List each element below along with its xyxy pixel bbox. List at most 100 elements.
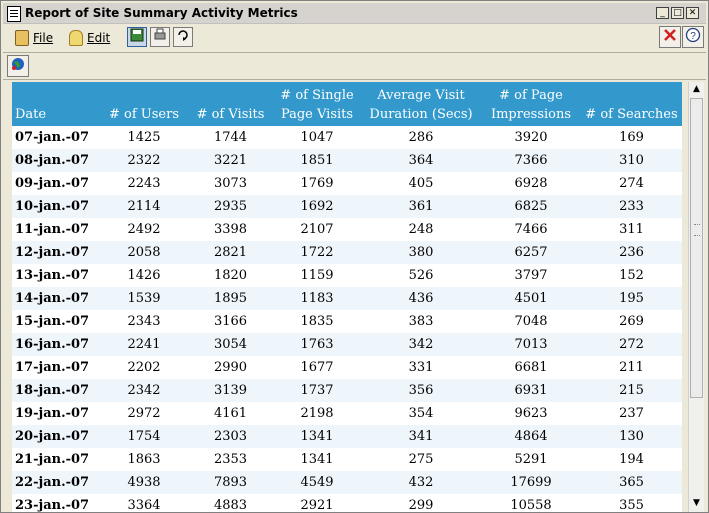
table-row[interactable]: 19-jan.-07 2972 4161 2198 354 9623 237 — [12, 402, 682, 425]
header-visits[interactable]: # of Visits — [188, 82, 273, 126]
scroll-up-arrow[interactable]: ▲ — [689, 82, 704, 97]
header-impressions-line1: # of Page — [499, 88, 563, 103]
header-avg-duration[interactable]: Average Visit Duration (Secs) — [361, 82, 481, 126]
cell-date: 14-jan.-07 — [12, 287, 100, 310]
header-users[interactable]: # of Users — [100, 82, 188, 126]
cell-users: 1539 — [100, 287, 188, 310]
table-row[interactable]: 08-jan.-07 2322 3221 1851 364 7366 310 — [12, 149, 682, 172]
close-report-button[interactable] — [659, 26, 681, 48]
cell-impressions: 7048 — [481, 310, 581, 333]
cell-avg-duration: 526 — [361, 264, 481, 287]
cell-date: 23-jan.-07 — [12, 494, 100, 512]
table-row[interactable]: 17-jan.-07 2202 2990 1677 331 6681 211 — [12, 356, 682, 379]
vertical-scrollbar[interactable]: ▲ ▼ — [688, 82, 704, 512]
cell-users: 2972 — [100, 402, 188, 425]
menu-bar: File Edit ? — [3, 24, 706, 52]
close-window-button[interactable]: ✕ — [686, 7, 699, 19]
menu-file[interactable]: File — [15, 28, 53, 48]
cell-users: 1754 — [100, 425, 188, 448]
file-icon — [15, 30, 29, 46]
cell-users: 1426 — [100, 264, 188, 287]
cell-date: 12-jan.-07 — [12, 241, 100, 264]
table-row[interactable]: 10-jan.-07 2114 2935 1692 361 6825 233 — [12, 195, 682, 218]
cell-users: 2322 — [100, 149, 188, 172]
cell-impressions: 7366 — [481, 149, 581, 172]
save-button[interactable] — [127, 27, 147, 47]
cell-users: 2343 — [100, 310, 188, 333]
header-searches[interactable]: # of Searches — [581, 82, 682, 126]
table-row[interactable]: 13-jan.-07 1426 1820 1159 526 3797 152 — [12, 264, 682, 287]
table-row[interactable]: 12-jan.-07 2058 2821 1722 380 6257 236 — [12, 241, 682, 264]
cell-date: 09-jan.-07 — [12, 172, 100, 195]
cell-visits: 3221 — [188, 149, 273, 172]
cell-searches: 194 — [581, 448, 682, 471]
cell-single-page-visits: 1159 — [273, 264, 361, 287]
cell-single-page-visits: 1047 — [273, 126, 361, 149]
table-row[interactable]: 15-jan.-07 2343 3166 1835 383 7048 269 — [12, 310, 682, 333]
table-row[interactable]: 14-jan.-07 1539 1895 1183 436 4501 195 — [12, 287, 682, 310]
cell-date: 19-jan.-07 — [12, 402, 100, 425]
table-row[interactable]: 09-jan.-07 2243 3073 1769 405 6928 274 — [12, 172, 682, 195]
table-row[interactable]: 07-jan.-07 1425 1744 1047 286 3920 169 — [12, 126, 682, 149]
cell-impressions: 6681 — [481, 356, 581, 379]
table-row[interactable]: 22-jan.-07 4938 7893 4549 432 17699 365 — [12, 471, 682, 494]
cell-single-page-visits: 2107 — [273, 218, 361, 241]
header-single-page-visits[interactable]: # of Single Page Visits — [273, 82, 361, 126]
cell-visits: 2821 — [188, 241, 273, 264]
cell-avg-duration: 405 — [361, 172, 481, 195]
cell-date: 13-jan.-07 — [12, 264, 100, 287]
menu-edit[interactable]: Edit — [69, 28, 110, 48]
print-icon — [154, 28, 166, 40]
table-row[interactable]: 18-jan.-07 2342 3139 1737 356 6931 215 — [12, 379, 682, 402]
table-row[interactable]: 11-jan.-07 2492 3398 2107 248 7466 311 — [12, 218, 682, 241]
cell-impressions: 5291 — [481, 448, 581, 471]
header-impressions[interactable]: # of Page Impressions — [481, 82, 581, 126]
cell-searches: 215 — [581, 379, 682, 402]
scroll-thumb[interactable] — [690, 98, 703, 398]
toolbar-separator — [3, 79, 706, 80]
cell-users: 2114 — [100, 195, 188, 218]
globe-button[interactable] — [7, 55, 29, 77]
cell-users: 2243 — [100, 172, 188, 195]
cell-impressions: 4864 — [481, 425, 581, 448]
table-row[interactable]: 23-jan.-07 3364 4883 2921 299 10558 355 — [12, 494, 682, 512]
maximize-button[interactable]: □ — [671, 7, 684, 19]
cell-avg-duration: 331 — [361, 356, 481, 379]
cell-avg-duration: 342 — [361, 333, 481, 356]
cell-single-page-visits: 2921 — [273, 494, 361, 512]
table-row[interactable]: 16-jan.-07 2241 3054 1763 342 7013 272 — [12, 333, 682, 356]
cell-searches: 169 — [581, 126, 682, 149]
cell-avg-duration: 436 — [361, 287, 481, 310]
save-icon — [130, 28, 144, 42]
cell-visits: 1895 — [188, 287, 273, 310]
cell-single-page-visits: 1341 — [273, 448, 361, 471]
cell-avg-duration: 248 — [361, 218, 481, 241]
cell-date: 22-jan.-07 — [12, 471, 100, 494]
cell-users: 2202 — [100, 356, 188, 379]
refresh-button[interactable] — [173, 27, 193, 47]
report-table: Date # of Users # of Visits # of Single P… — [12, 82, 682, 512]
header-date[interactable]: Date — [12, 82, 100, 126]
minimize-button[interactable]: _ — [656, 7, 669, 19]
help-button[interactable]: ? — [682, 26, 704, 48]
menu-edit-label: Edit — [87, 31, 111, 45]
secondary-toolbar — [3, 53, 706, 79]
cell-searches: 130 — [581, 425, 682, 448]
cell-date: 07-jan.-07 — [12, 126, 100, 149]
print-button[interactable] — [150, 27, 170, 47]
cell-searches: 152 — [581, 264, 682, 287]
scroll-down-arrow[interactable]: ▼ — [689, 496, 704, 511]
table-row[interactable]: 20-jan.-07 1754 2303 1341 341 4864 130 — [12, 425, 682, 448]
edit-icon — [69, 30, 83, 46]
cell-impressions: 3920 — [481, 126, 581, 149]
cell-impressions: 9623 — [481, 402, 581, 425]
cell-date: 10-jan.-07 — [12, 195, 100, 218]
cell-searches: 269 — [581, 310, 682, 333]
cell-users: 1863 — [100, 448, 188, 471]
cell-visits: 2935 — [188, 195, 273, 218]
cell-users: 2058 — [100, 241, 188, 264]
cell-avg-duration: 354 — [361, 402, 481, 425]
cell-searches: 310 — [581, 149, 682, 172]
cell-date: 15-jan.-07 — [12, 310, 100, 333]
table-row[interactable]: 21-jan.-07 1863 2353 1341 275 5291 194 — [12, 448, 682, 471]
